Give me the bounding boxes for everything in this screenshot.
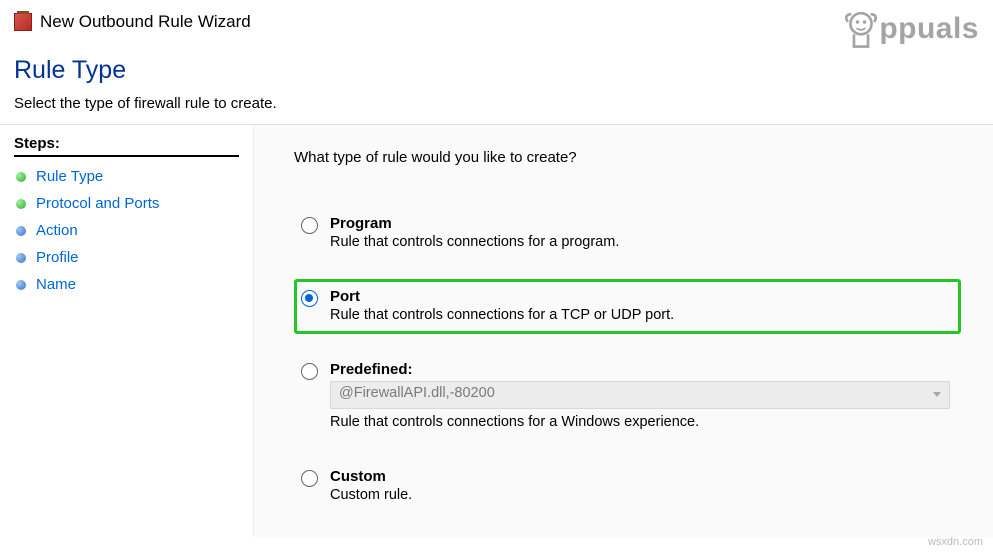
step-label: Name xyxy=(36,276,76,293)
option-port-title: Port xyxy=(330,288,950,305)
steps-header: Steps: xyxy=(14,135,239,157)
step-label: Protocol and Ports xyxy=(36,195,159,212)
option-custom[interactable]: Custom Custom rule. xyxy=(294,459,961,514)
question-text: What type of rule would you like to crea… xyxy=(294,149,961,166)
radio-predefined[interactable] xyxy=(301,363,318,380)
option-port-desc: Rule that controls connections for a TCP… xyxy=(330,307,950,323)
option-program-title: Program xyxy=(330,215,950,232)
option-port[interactable]: Port Rule that controls connections for … xyxy=(294,279,961,334)
option-predefined[interactable]: Predefined: @FirewallAPI.dll,-80200 Rule… xyxy=(294,352,961,441)
predefined-dropdown-value: @FirewallAPI.dll,-80200 xyxy=(339,385,495,401)
option-predefined-desc: Rule that controls connections for a Win… xyxy=(330,414,950,430)
main-panel: What type of rule would you like to crea… xyxy=(253,125,993,537)
footer-credit: wsxdn.com xyxy=(928,536,983,548)
radio-program[interactable] xyxy=(301,217,318,234)
step-label: Action xyxy=(36,222,78,239)
step-bullet-icon xyxy=(16,226,26,236)
page-title: Rule Type xyxy=(14,56,979,85)
step-action[interactable]: Action xyxy=(14,217,239,244)
predefined-dropdown: @FirewallAPI.dll,-80200 xyxy=(330,381,950,409)
step-profile[interactable]: Profile xyxy=(14,244,239,271)
watermark-icon xyxy=(839,6,883,52)
step-label: Profile xyxy=(36,249,79,266)
option-predefined-title: Predefined: xyxy=(330,361,950,378)
radio-custom[interactable] xyxy=(301,470,318,487)
step-bullet-icon xyxy=(16,199,26,209)
step-name[interactable]: Name xyxy=(14,271,239,298)
window-title: New Outbound Rule Wizard xyxy=(40,12,251,32)
option-program[interactable]: Program Rule that controls connections f… xyxy=(294,206,961,261)
radio-port[interactable] xyxy=(301,290,318,307)
step-label: Rule Type xyxy=(36,168,103,185)
step-bullet-icon xyxy=(16,253,26,263)
step-rule-type[interactable]: Rule Type xyxy=(14,163,239,190)
watermark-text: ppuals xyxy=(879,12,979,46)
chevron-down-icon xyxy=(933,392,941,397)
step-bullet-icon xyxy=(16,280,26,290)
watermark-logo: ppuals xyxy=(839,6,979,52)
firewall-icon xyxy=(14,13,32,31)
steps-sidebar: Steps: Rule Type Protocol and Ports Acti… xyxy=(0,125,253,537)
step-protocol-and-ports[interactable]: Protocol and Ports xyxy=(14,190,239,217)
option-program-desc: Rule that controls connections for a pro… xyxy=(330,234,950,250)
page-subtitle: Select the type of firewall rule to crea… xyxy=(14,95,979,112)
option-custom-desc: Custom rule. xyxy=(330,487,950,503)
option-custom-title: Custom xyxy=(330,468,950,485)
step-bullet-icon xyxy=(16,172,26,182)
